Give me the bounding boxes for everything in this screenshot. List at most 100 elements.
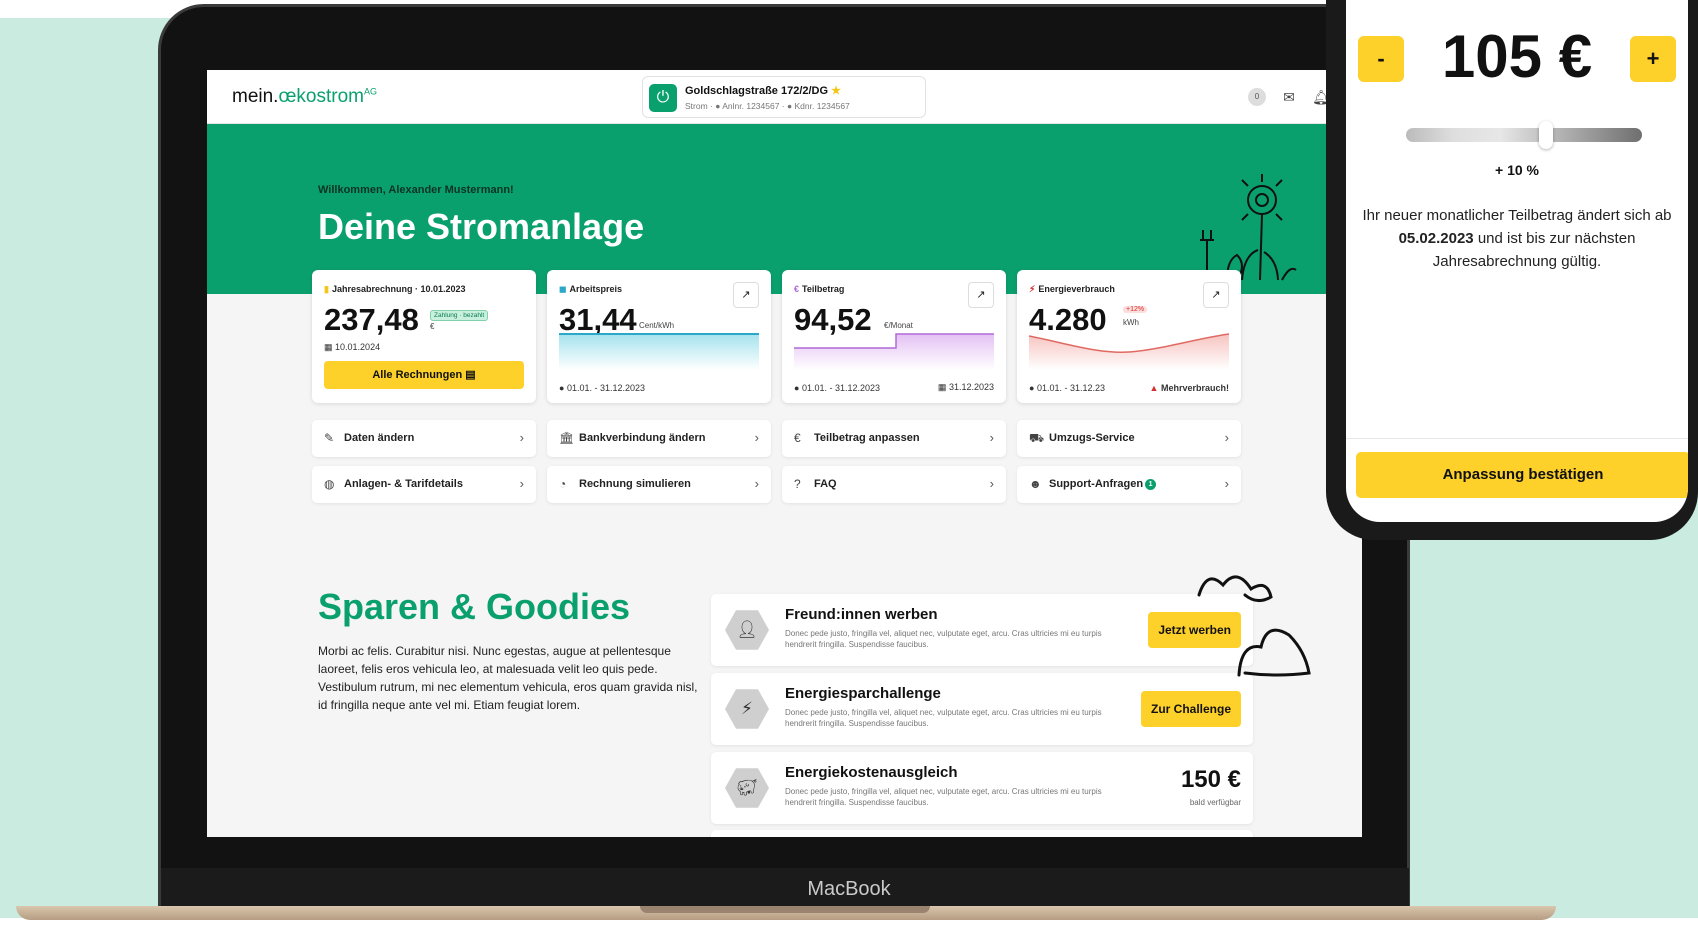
chevron-right-icon: › (1224, 476, 1229, 491)
installment-card: € Teilbetrag 94,52 €/Monat ↗ ● 01.01. - 3… (782, 270, 1006, 403)
consumption-card-unit: kWh (1123, 318, 1139, 327)
question-icon: ? (794, 477, 801, 491)
document-icon: ▮ (324, 284, 329, 294)
bill-card-unit: € (430, 322, 435, 331)
price-card-label-text: Arbeitspreis (569, 284, 623, 294)
goodie-desc: Donec pede justo, fringilla vel, aliquet… (785, 708, 1102, 728)
euro-icon: € (794, 431, 801, 445)
logo-sup: AG (363, 86, 377, 97)
bill-card-value: 237,48 (324, 302, 419, 337)
phone-screen: - 105 € + + 10 % Ihr neuer monatlicher T… (1346, 0, 1688, 522)
tile-label: FAQ (814, 478, 837, 490)
top-bar: mein.œkostromAG ⏻ Goldschlagstraße 172/2… (207, 70, 1362, 124)
chevron-right-icon: › (989, 430, 994, 445)
coins-icon: ◼ (559, 284, 567, 294)
hand-drawn-cloud-icon (1197, 575, 1311, 677)
installment-card-end: ▦ 31.12.2023 (938, 382, 994, 393)
installment-note: Ihr neuer monatlicher Teilbetrag ändert … (1360, 204, 1674, 273)
pencil-icon: ✎ (324, 431, 335, 445)
expand-arrow-icon[interactable]: ↗ (968, 282, 994, 308)
calendar-icon: ▦ (324, 342, 333, 352)
status-badge: Zahlung · bezahlt (430, 310, 489, 321)
document-icon: ▤ (465, 369, 476, 381)
tile-edit-data[interactable]: ✎ Daten ändern › (312, 420, 536, 457)
mail-icon[interactable]: ✉ (1280, 88, 1298, 106)
address-selector[interactable]: ⏻ Goldschlagstraße 172/2/DG ★ Strom · ● … (642, 76, 926, 118)
price-card-period: ● 01.01. - 31.12.2023 (559, 383, 645, 393)
piggy-bank-icon: 🐖︎ (725, 768, 769, 808)
chevron-right-icon: › (754, 430, 759, 445)
background-white-corner (0, 0, 160, 18)
installment-card-end-text: 31.12.2023 (948, 382, 994, 392)
truck-icon: ⛟ (1029, 431, 1045, 445)
savings-title: Sparen & Goodies (318, 586, 631, 627)
goodie-title: Energiekostenausgleich (785, 764, 958, 781)
expand-arrow-icon[interactable]: ↗ (733, 282, 759, 308)
tile-simulate-bill[interactable]: ◔ Rechnung simulieren › (547, 466, 771, 503)
all-bills-button-label: Alle Rechnungen (372, 369, 463, 381)
price-card-unit: Cent/kWh (639, 321, 675, 330)
welcome-text: Willkommen, Alexander Mustermann! (318, 184, 514, 196)
goodie-amount: 150 € (1180, 766, 1241, 793)
euro-icon: € (794, 284, 800, 294)
tile-faq[interactable]: ? FAQ › (782, 466, 1006, 503)
consumption-warning-text: Mehrverbrauch! (1160, 383, 1229, 393)
device-label: MacBook (807, 878, 891, 900)
tile-label: Bankverbindung ändern (579, 432, 706, 444)
divider (1346, 438, 1688, 439)
bill-card-label-text: Jahresabrechnung · 10.01.2023 (331, 284, 466, 294)
goodie-next-peek (711, 830, 1253, 837)
tile-label: Anlagen- & Tarifdetails (344, 478, 463, 490)
all-bills-button[interactable]: Alle Rechnungen ▤ (324, 361, 524, 389)
lightning-icon: ⚡︎ (725, 689, 769, 729)
globe-icon: ◍ (324, 477, 335, 491)
plug-icon: ⏻ (649, 84, 677, 112)
consumption-warning: ▲ Mehrverbrauch! (1150, 383, 1229, 393)
price-card-label: ◼ Arbeitspreis (559, 284, 622, 295)
tile-bank-details[interactable]: 🏛︎ Bankverbindung ändern › (547, 420, 771, 457)
clock-icon: ● (1029, 383, 1035, 393)
installment-sparkline (794, 333, 994, 370)
address-title: Goldschlagstraße 172/2/DG ★ (685, 84, 841, 97)
consumption-card-label: ⚡︎ Energieverbrauch (1029, 284, 1115, 295)
price-sparkline (559, 333, 759, 370)
logo-brand: œkostrom (278, 86, 364, 107)
goodie-refer-friends: 👤︎ Freund:innen werben Donec pede justo,… (711, 594, 1253, 666)
increase-badge: +12% (1123, 306, 1148, 313)
chevron-right-icon: › (519, 430, 524, 445)
tile-moving-service[interactable]: ⛟ Umzugs-Service › (1017, 420, 1241, 457)
tile-support[interactable]: ☻ Support-Anfragen 1 › (1017, 466, 1241, 503)
tile-label: Support-Anfragen 1 (1049, 478, 1157, 490)
consumption-card-period: ● 01.01. - 31.12.23 (1029, 383, 1105, 393)
clock-icon: ● (559, 383, 565, 393)
goodie-energy-cost-compensation: 🐖︎ Energiekostenausgleich Donec pede jus… (711, 752, 1253, 824)
bill-next-date: ▦ 10.01.2024 (324, 342, 380, 353)
challenge-button[interactable]: Zur Challenge (1140, 691, 1241, 727)
bill-card: ▮ Jahresabrechnung · 10.01.2023 237,48 € … (312, 270, 536, 403)
note-date: 05.02.2023 (1398, 230, 1474, 247)
star-icon[interactable]: ★ (831, 85, 841, 97)
add-user-icon: 👤︎ (725, 610, 769, 650)
tile-plant-tariff[interactable]: ◍ Anlagen- & Tarifdetails › (312, 466, 536, 503)
installment-card-label-text: Teilbetrag (802, 284, 845, 294)
chevron-right-icon: › (519, 476, 524, 491)
increase-button[interactable]: + (1630, 36, 1676, 82)
savings-text: Morbi ac felis. Curabitur nisi. Nunc ege… (318, 644, 698, 712)
adjustment-slider-thumb[interactable] (1539, 121, 1554, 149)
warning-icon: ▲ (1149, 383, 1159, 393)
lightning-icon: ⚡︎ (1029, 284, 1036, 294)
note-prefix: Ihr neuer monatlicher Teilbetrag ändert … (1362, 207, 1672, 224)
info-icon[interactable]: 0 (1248, 88, 1266, 106)
confirm-button[interactable]: Anpassung bestätigen (1356, 452, 1688, 498)
tile-adjust-installment[interactable]: € Teilbetrag anpassen › (782, 420, 1006, 457)
expand-arrow-icon[interactable]: ↗ (1203, 282, 1229, 308)
consumption-sparkline (1029, 333, 1229, 370)
logo[interactable]: mein.œkostromAG (232, 86, 377, 108)
installment-card-period: ● 01.01. - 31.12.2023 (794, 383, 880, 393)
adjustment-slider-track[interactable] (1406, 128, 1642, 142)
page-title: Deine Stromanlage (318, 206, 645, 247)
price-card-period-text: 01.01. - 31.12.2023 (566, 383, 646, 393)
bill-card-label: ▮ Jahresabrechnung · 10.01.2023 (324, 284, 466, 295)
tile-label-text: Support-Anfragen (1049, 478, 1144, 490)
tile-label: Umzugs-Service (1049, 432, 1135, 444)
